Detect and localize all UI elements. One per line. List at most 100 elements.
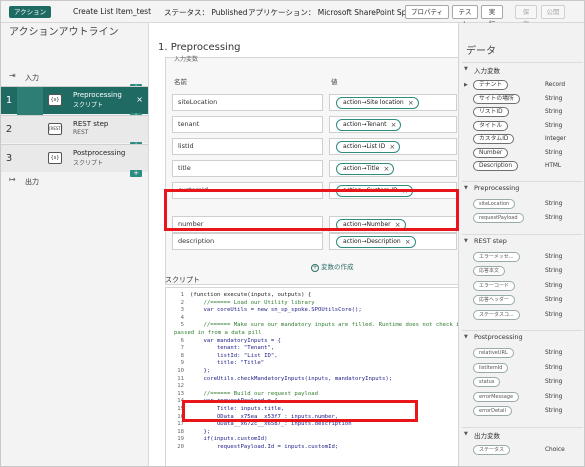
data-pill[interactable]: ステータスコ... — [473, 309, 520, 320]
variable-name-field[interactable]: tenant — [172, 116, 323, 133]
data-pill[interactable]: action→Site location × — [336, 97, 419, 109]
code-line: passed in from a data pill — [166, 330, 458, 337]
script-editor[interactable]: 1 (function execute(inputs, outputs) {2 /… — [165, 287, 458, 466]
step-rest[interactable]: 2 [REST] REST step REST — [1, 115, 148, 143]
data-pill[interactable]: サイトの場所 — [473, 93, 520, 104]
data-pill[interactable]: テナント — [473, 80, 509, 90]
input-variables-heading: 入力変数 — [174, 56, 199, 63]
create-variable-button[interactable]: + 変数の作成 — [311, 261, 354, 272]
data-pill[interactable]: タイトル — [473, 120, 509, 131]
data-pill[interactable]: カスタムID — [473, 134, 515, 144]
code-line: 6 var mandatoryInputs = { — [166, 338, 458, 345]
step-title: REST step — [73, 120, 109, 128]
outline-outputs[interactable]: ↦ 出力 — [1, 174, 148, 188]
variable-value-field[interactable]: action→Description × — [329, 233, 457, 250]
code-text: var mandatoryInputs = { — [190, 337, 281, 344]
step-postprocessing[interactable]: 3 {s} Postprocessing スクリプト — [1, 144, 148, 172]
data-pill[interactable]: status — [473, 377, 501, 387]
line-number: 8 — [180, 352, 184, 359]
save-button[interactable]: 保存 — [515, 5, 537, 28]
variable-value-field[interactable]: action→List ID × — [329, 138, 457, 155]
data-pill[interactable]: errorDetail — [473, 406, 512, 416]
variable-name-field[interactable]: title — [172, 160, 323, 177]
line-number: 13 — [177, 390, 184, 397]
data-pill[interactable]: action→Title × — [336, 163, 395, 175]
data-pill[interactable]: エラーメッセ... — [473, 251, 520, 262]
step-heading: 1. Preprocessing — [158, 42, 241, 53]
data-pill[interactable]: Number — [473, 147, 509, 158]
pill-remove-icon[interactable]: × — [391, 120, 397, 130]
data-section-header[interactable]: ▼ 入力変数 — [462, 65, 582, 75]
code-line: 5 //====== Make sure our mandatory input… — [166, 322, 458, 329]
data-pill[interactable]: errorMessage — [473, 391, 520, 402]
data-type-label: String — [545, 268, 563, 274]
status-text: ステータス： Published — [164, 8, 248, 17]
data-type-label: String — [545, 253, 563, 260]
code-line: 2 //====== Load our Utility library — [166, 300, 458, 307]
line-number: 9 — [180, 360, 184, 367]
line-number: 11 — [177, 375, 184, 382]
data-section-header[interactable]: ▼ Postprocessing — [462, 333, 582, 343]
code-text: passed in from a data pill — [174, 330, 262, 336]
pill-label: action→Description — [343, 238, 401, 245]
variable-name-field[interactable]: siteLocation — [172, 94, 323, 111]
test-button[interactable]: テスト — [452, 5, 478, 28]
code-line: 9 title: "Title" — [166, 360, 458, 367]
outline-inputs[interactable]: ⇥ 入力 — [1, 70, 148, 84]
pill-remove-icon[interactable]: × — [383, 164, 389, 174]
data-pill[interactable]: Description — [473, 161, 519, 171]
data-pill[interactable]: listItemId — [473, 362, 509, 373]
variable-value-field[interactable]: action→Site location × — [329, 94, 457, 111]
input-icon: ⇥ — [9, 71, 16, 80]
data-type-label: String — [545, 95, 563, 102]
data-pill[interactable]: ステータス — [473, 444, 511, 455]
data-type-label: String — [545, 200, 563, 207]
step-preprocessing[interactable]: 1 {s} Preprocessing スクリプト × — [1, 86, 148, 115]
data-section-header[interactable]: ▼ 出力変数 — [462, 430, 582, 440]
code-text: title: "Title" — [190, 360, 265, 367]
pill-remove-icon[interactable]: × — [408, 98, 414, 108]
data-section-header[interactable]: ▼ Preprocessing — [462, 184, 582, 194]
data-section-label: REST step — [474, 236, 507, 245]
data-pill[interactable]: action→List ID × — [336, 141, 401, 153]
input-variables-box: 入力変数 名前 値 siteLocation action→Site locat… — [165, 56, 458, 285]
data-pill[interactable]: action→Tenant × — [336, 119, 402, 131]
data-pill[interactable]: relativeURL — [473, 348, 514, 358]
data-pill[interactable]: requestPayload — [473, 213, 524, 223]
data-pill[interactable]: 応答本文 — [473, 266, 506, 276]
variable-value-field[interactable]: action→Title × — [329, 160, 457, 177]
close-icon[interactable]: × — [136, 95, 143, 104]
data-pill[interactable]: リストID — [473, 107, 509, 117]
pill-remove-icon[interactable]: × — [389, 142, 395, 152]
pill-remove-icon[interactable]: × — [405, 237, 411, 247]
collapse-icon: ▼ — [464, 66, 468, 72]
code-line: 13 //====== Build our request payload — [166, 391, 458, 398]
variable-value-field[interactable]: action→Tenant × — [329, 116, 457, 133]
collapse-icon: ▼ — [464, 430, 468, 437]
data-type-label: String — [545, 350, 563, 356]
code-line: 3 var coreUtils = new sn_sp_spoke.SPOUti… — [166, 307, 458, 314]
code-text: if(inputs.customId) — [190, 436, 268, 443]
collapse-icon: ▼ — [464, 184, 468, 191]
input-variable-row: listId action→List ID × — [172, 138, 457, 155]
line-number: 6 — [180, 337, 184, 344]
input-variable-row: description action→Description × — [172, 233, 457, 250]
action-designer-window: アクション Create List Item_test ステータス： Publi… — [0, 0, 585, 467]
properties-button[interactable]: プロパティ — [405, 5, 449, 19]
collapse-icon: ▼ — [464, 237, 468, 244]
variable-name-field[interactable]: description — [172, 233, 323, 250]
variable-name-field[interactable]: listId — [172, 138, 323, 155]
publish-button[interactable]: 公開 — [541, 5, 565, 19]
code-text: coreUtils.checkMandatoryInputs(inputs, m… — [190, 375, 393, 382]
data-pill[interactable]: エラーコード — [473, 280, 516, 291]
expand-icon[interactable]: ▶ — [464, 82, 468, 88]
data-pill[interactable]: siteLocation — [473, 198, 516, 209]
run-button[interactable]: 実行 — [481, 5, 503, 28]
step-number: 3 — [5, 153, 13, 164]
data-section-header[interactable]: ▼ REST step — [462, 237, 582, 247]
data-pill[interactable]: action→Description × — [336, 236, 416, 248]
data-pill[interactable]: 応答ヘッダー — [473, 295, 516, 305]
line-number: 5 — [180, 322, 184, 329]
step-title: Postprocessing — [73, 149, 126, 157]
code-line: 17 OData__x672c__x6587_: inputs.descript… — [166, 421, 458, 428]
